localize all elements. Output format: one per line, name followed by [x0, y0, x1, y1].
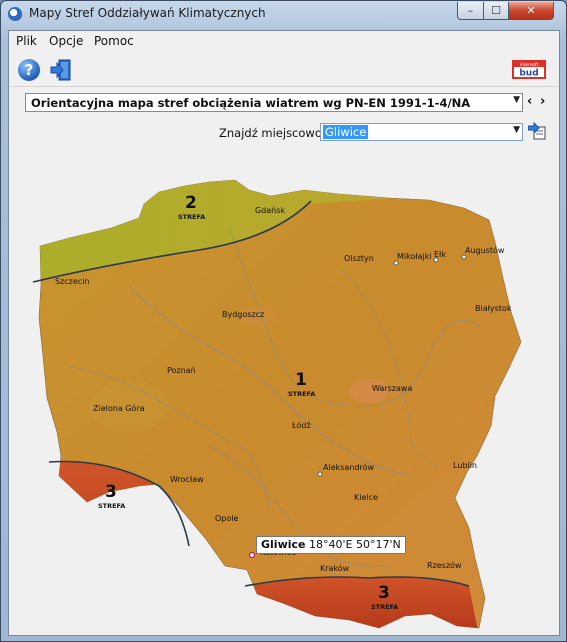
search-input[interactable]: Gliwice ▼	[320, 123, 523, 141]
wind-zone-map[interactable]: 2 STREFA 1 STREFA 3 STREFA 3 STREFA Gdań…	[9, 146, 559, 636]
city-label: Poznań	[167, 366, 196, 375]
app-window: Mapy Stref Oddziaływań Klimatycznych – ☐…	[0, 0, 567, 642]
zone-3-south-number: 3	[378, 583, 390, 603]
next-map-button[interactable]: ›	[540, 94, 545, 109]
city-label: Łódź	[292, 421, 311, 430]
map-type-value: Orientacyjna mapa stref obciążenia wiatr…	[31, 96, 471, 110]
window-title: Mapy Stref Oddziaływań Klimatycznych	[29, 6, 266, 20]
city-label: Mikołajki	[397, 252, 432, 261]
intersoft-logo: bud intersoft	[512, 60, 546, 79]
callout-city: Gliwice	[261, 538, 306, 551]
map-canvas	[32, 179, 522, 629]
menu-plik[interactable]: Plik	[16, 34, 37, 48]
zone-2-label: STREFA	[178, 213, 206, 221]
zone-3-south-label: STREFA	[371, 603, 399, 611]
city-label: Szczecin	[55, 277, 90, 286]
city-label: Kielce	[354, 493, 378, 502]
close-button[interactable]: ✕	[508, 2, 554, 20]
locate-icon[interactable]	[528, 122, 548, 140]
city-label: Zielona Góra	[93, 404, 145, 413]
minimize-button[interactable]: –	[457, 2, 484, 20]
search-label: Znajdź miejscowość	[219, 126, 335, 140]
menu-opcje[interactable]: Opcje	[49, 34, 83, 48]
help-icon[interactable]: ?	[18, 59, 40, 81]
city-label: Wrocław	[170, 475, 204, 484]
city-label: Olsztyn	[344, 254, 374, 263]
city-label: Gdańsk	[255, 206, 286, 215]
svg-text:intersoft: intersoft	[520, 62, 539, 68]
city-label: Białystok	[475, 304, 512, 313]
callout-coordinates: 18°40'E 50°17'N	[308, 538, 401, 551]
city-label: Bydgoszcz	[222, 310, 265, 319]
zone-3-west-label: STREFA	[98, 502, 126, 510]
zone-1-number: 1	[295, 370, 307, 390]
chevron-down-icon[interactable]: ▼	[513, 95, 520, 105]
city-label: Warszawa	[372, 384, 413, 393]
title-bar[interactable]: Mapy Stref Oddziaływań Klimatycznych – ☐…	[1, 1, 566, 29]
zone-2-number: 2	[185, 193, 197, 213]
zone-1-label: STREFA	[288, 390, 316, 398]
previous-map-button[interactable]: ‹	[527, 94, 532, 109]
client-area: Plik Opcje Pomoc ? bud intersoft Orienta…	[8, 30, 560, 636]
city-label: Rzeszów	[427, 561, 462, 570]
svg-text:bud: bud	[519, 69, 538, 79]
city-label: Ełk	[434, 250, 446, 259]
city-label: Augustów	[465, 246, 505, 255]
app-icon	[8, 7, 22, 21]
search-value: Gliwice	[323, 125, 369, 139]
location-callout: Gliwice 18°40'E 50°17'N	[256, 536, 406, 554]
city-label: Lublin	[453, 461, 477, 470]
maximize-button[interactable]: ☐	[483, 2, 509, 20]
city-label: Aleksandrów	[323, 463, 375, 472]
zone-3-west-number: 3	[105, 482, 117, 502]
chevron-down-icon[interactable]: ▼	[513, 125, 520, 135]
exit-icon[interactable]	[50, 58, 72, 82]
menu-pomoc[interactable]: Pomoc	[94, 34, 134, 48]
city-label: Kraków	[320, 564, 350, 573]
map-type-select[interactable]: Orientacyjna mapa stref obciążenia wiatr…	[25, 93, 523, 112]
toolbar: ? bud intersoft	[9, 52, 559, 87]
menu-bar: Plik Opcje Pomoc	[9, 31, 559, 51]
city-label: Opole	[215, 514, 239, 523]
